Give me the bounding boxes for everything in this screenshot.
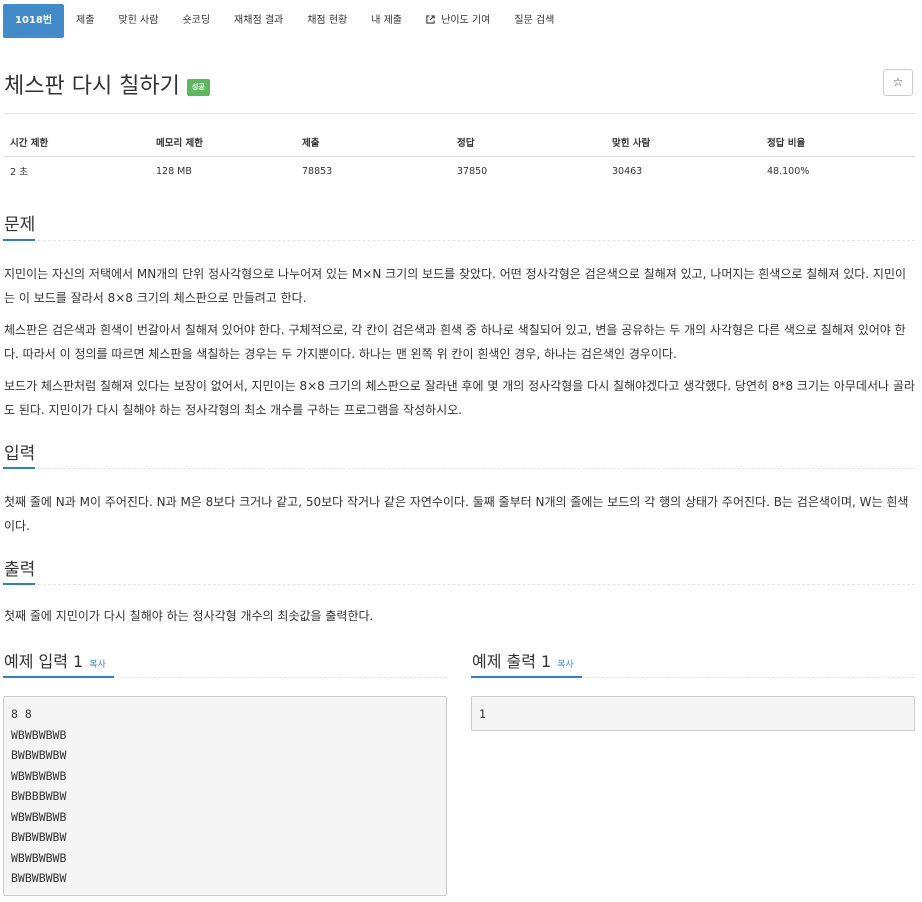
header-solved-users: 맞힌 사람 [605, 128, 760, 157]
problem-paragraph-3: 보드가 체스판처럼 칠해져 있다는 보장이 없어서, 지민이는 8×8 크기의 … [4, 379, 915, 417]
value-solved-users: 30463 [612, 165, 643, 177]
tab-submit[interactable]: 제출 [64, 4, 106, 38]
output-description: 첫째 줄에 지민이가 다시 칠해야 하는 정사각형 개수의 최솟값을 출력한다. [4, 609, 374, 623]
value-accepted: 37850 [457, 165, 488, 177]
problem-description-heading: 문제 [4, 215, 36, 235]
problem-page: 1018번 제출 맞힌 사람 숏코딩 재채점 결과 채점 현황 내 제출 난이도… [0, 0, 922, 902]
output-heading: 출력 [4, 560, 36, 580]
star-button[interactable]: ☆ [883, 69, 913, 96]
output-heading-underline [3, 583, 35, 585]
sample-input-box[interactable]: 8 8 WBWBWBWB BWBWBWBW WBWBWBWB BWBBBWBW … [3, 696, 447, 896]
value-accept-ratio: 48.100% [767, 165, 810, 177]
sample-input-underline [3, 676, 114, 678]
external-link-icon [426, 15, 438, 26]
copy-sample-input-button[interactable]: 복사 [89, 660, 106, 670]
title-divider [3, 113, 915, 114]
sample-input-heading: 예제 입력 1 복사 [4, 648, 106, 672]
output-heading-rule [3, 584, 915, 585]
tab-short-coding[interactable]: 숏코딩 [170, 4, 222, 38]
problem-heading-rule [3, 240, 915, 241]
sample-output-box[interactable]: 1 [471, 696, 915, 731]
problem-paragraph-2: 체스판은 검은색과 흰색이 번갈아서 칠해져 있어야 한다. 구체적으로, 각 … [4, 323, 906, 361]
sample-output-heading: 예제 출력 1 복사 [472, 648, 574, 672]
info-header-row: 시간 제한 메모리 제한 제출 정답 맞힌 사람 정답 비율 [3, 128, 915, 157]
tab-problem-number[interactable]: 1018번 [3, 4, 65, 38]
problem-title-row: 체스판 다시 칠하기 성공 [4, 68, 210, 100]
problem-menu-tabs: 1018번 제출 맞힌 사람 숏코딩 재채점 결과 채점 현황 내 제출 난이도… [3, 4, 566, 38]
tab-judge-status[interactable]: 채점 현황 [295, 4, 359, 38]
input-description: 첫째 줄에 N과 M이 주어진다. N과 M은 8보다 크거나 같고, 50보다… [4, 495, 909, 533]
header-time-limit: 시간 제한 [3, 128, 149, 157]
header-accept-ratio: 정답 비율 [760, 128, 915, 157]
header-submissions: 제출 [295, 128, 450, 157]
header-memory-limit: 메모리 제한 [149, 128, 295, 157]
copy-sample-output-button[interactable]: 복사 [557, 660, 574, 670]
tab-question-search[interactable]: 질문 검색 [502, 4, 566, 38]
tab-difficulty-contribution[interactable]: 난이도 기여 [414, 4, 502, 38]
problem-heading-underline [3, 239, 35, 241]
input-heading: 입력 [4, 444, 36, 464]
status-badge: 성공 [186, 78, 210, 96]
problem-info-table: 시간 제한 메모리 제한 제출 정답 맞힌 사람 정답 비율 2 초 128 M… [3, 128, 915, 185]
sample-output-underline [471, 676, 582, 678]
star-icon: ☆ [892, 75, 904, 89]
value-memory-limit: 128 MB [156, 165, 192, 177]
tab-my-submissions[interactable]: 내 제출 [359, 4, 414, 38]
info-value-row: 2 초 128 MB 78853 37850 30463 48.100% [3, 157, 915, 186]
input-heading-underline [3, 467, 35, 469]
problem-paragraph-1: 지민이는 자신의 저택에서 MN개의 단위 정사각형으로 나누어져 있는 M×N… [4, 267, 907, 305]
value-time-limit: 2 초 [10, 167, 28, 178]
tab-difficulty-contribution-label: 난이도 기여 [441, 15, 491, 26]
tab-solved-users[interactable]: 맞힌 사람 [106, 4, 170, 38]
value-submissions: 78853 [302, 165, 333, 177]
tab-rejudge-results[interactable]: 재채점 결과 [222, 4, 295, 38]
input-heading-rule [3, 468, 915, 469]
sample-output-title: 예제 출력 1 [472, 652, 552, 671]
header-accepted: 정답 [450, 128, 605, 157]
sample-input-title: 예제 입력 1 [4, 652, 84, 671]
problem-title: 체스판 다시 칠하기 [4, 74, 180, 99]
